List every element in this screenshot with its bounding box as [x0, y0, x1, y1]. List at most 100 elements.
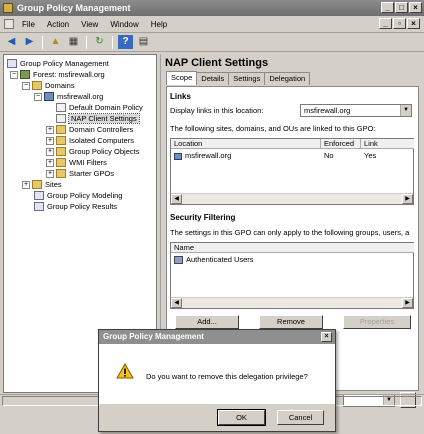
tree-node-sites[interactable]: + Sites [22, 179, 62, 190]
menu-window[interactable]: Window [104, 20, 144, 29]
tree-node-group-policy-objects[interactable]: + Group Policy Objects [46, 146, 139, 157]
security-principal-label: Authenticated Users [186, 255, 254, 264]
display-links-label: Display links in this location: [170, 106, 264, 115]
tree-label: Isolated Computers [69, 136, 135, 145]
collapse-icon[interactable]: − [10, 70, 18, 79]
linked-to-text: The following sites, domains, and OUs ar… [170, 124, 376, 133]
collapse-icon[interactable]: − [34, 92, 42, 101]
scroll-right-icon[interactable]: ▶ [402, 298, 413, 308]
minimize-button[interactable]: _ [381, 2, 394, 13]
add-button[interactable]: Add... [175, 315, 239, 329]
cancel-button[interactable]: Cancel [277, 410, 324, 425]
tree-node-gp-results[interactable]: Group Policy Results [34, 201, 117, 212]
tree-label: Forest: msfirewall.org [33, 70, 105, 79]
tree-label: WMI Filters [69, 158, 107, 167]
gpmc-app-icon [3, 3, 13, 13]
expand-icon[interactable]: + [46, 125, 54, 134]
tab-scope[interactable]: Scope [166, 71, 198, 85]
toolbar-separator [86, 35, 87, 49]
domain-icon [174, 152, 182, 160]
security-filtering-list[interactable]: Name Authenticated Users ◀ ▶ [170, 242, 414, 309]
tree-node-gp-modeling[interactable]: Group Policy Modeling [34, 190, 122, 201]
menu-file[interactable]: File [16, 20, 41, 29]
properties-button[interactable]: Properties [343, 315, 411, 329]
show-action-pane-icon[interactable]: ▤ [136, 35, 151, 49]
refresh-icon[interactable]: ↻ [92, 35, 107, 49]
tab-details[interactable]: Details [196, 72, 230, 85]
menu-action[interactable]: Action [41, 20, 75, 29]
security-filtering-text: The settings in this GPO can only apply … [170, 228, 410, 237]
tree-node-domain-controllers[interactable]: + Domain Controllers [46, 124, 133, 135]
tree-node-forest[interactable]: − Forest: msfirewall.org [10, 69, 105, 80]
column-header-enforced[interactable]: Enforced [321, 139, 361, 149]
back-arrow-icon[interactable]: ◀ [4, 35, 19, 49]
tree-node-gpmc-root[interactable]: Group Policy Management [7, 58, 109, 69]
link-enforced-cell: No [324, 151, 334, 160]
tab-delegation[interactable]: Delegation [264, 72, 311, 85]
expand-icon[interactable]: + [22, 180, 30, 189]
column-header-name[interactable]: Name [171, 243, 414, 253]
horizontal-scrollbar[interactable]: ◀ ▶ [171, 297, 413, 308]
show-tree-icon[interactable]: ▦ [66, 35, 81, 49]
list-item[interactable]: Authenticated Users [174, 255, 254, 265]
link-enabled-cell: Yes [364, 151, 377, 160]
links-list[interactable]: Location Enforced Link msfirewall.org No… [170, 138, 414, 205]
tree-node-domain[interactable]: − msfirewall.org [34, 91, 103, 102]
gpo-title: NAP Client Settings [165, 57, 269, 69]
users-group-icon [174, 256, 183, 264]
child-restore-button[interactable]: ▫ [393, 18, 406, 29]
menu-help[interactable]: Help [145, 20, 173, 29]
tree-label: Domains [45, 81, 75, 90]
column-header-link[interactable]: Link [361, 139, 414, 149]
links-location-dropdown[interactable]: msfirewall.org ▼ [300, 104, 412, 117]
window-title: Group Policy Management [17, 3, 131, 13]
remove-button[interactable]: Remove [259, 315, 323, 329]
up-folder-icon[interactable]: ▲ [48, 35, 63, 49]
tree-node-starter-gpos[interactable]: + Starter GPOs [46, 168, 114, 179]
scroll-left-icon[interactable]: ◀ [171, 298, 182, 308]
dialog-title: Group Policy Management [99, 330, 335, 344]
child-minimize-button[interactable]: _ [379, 18, 392, 29]
expand-icon[interactable]: + [46, 147, 54, 156]
menu-view[interactable]: View [75, 20, 104, 29]
tree-node-isolated-computers[interactable]: + Isolated Computers [46, 135, 134, 146]
collapse-icon[interactable]: − [22, 81, 30, 90]
ok-button[interactable]: OK [217, 409, 266, 426]
chevron-down-icon[interactable]: ▼ [400, 105, 411, 116]
expand-icon[interactable]: + [46, 158, 54, 167]
tree-node-domains[interactable]: − Domains [22, 80, 75, 91]
forward-arrow-icon[interactable]: ▶ [22, 35, 37, 49]
child-close-button[interactable]: × [407, 18, 420, 29]
console-document-icon[interactable] [4, 19, 14, 29]
tree-node-nap-client-settings[interactable]: NAP Client Settings [56, 113, 140, 124]
horizontal-scrollbar[interactable]: ◀ ▶ [171, 193, 413, 204]
tab-strip: Scope Details Settings Delegation [166, 71, 311, 86]
ou-folder-icon [56, 136, 66, 145]
results-icon [34, 202, 44, 211]
expand-icon[interactable]: + [46, 136, 54, 145]
scroll-left-icon[interactable]: ◀ [171, 194, 182, 204]
tree-label: Group Policy Modeling [47, 191, 123, 200]
links-heading: Links [170, 92, 191, 101]
toolbar: ◀ ▶ ▲ ▦ ↻ ? ▤ [0, 33, 424, 52]
close-button[interactable]: × [409, 2, 422, 13]
scroll-right-icon[interactable]: ▶ [402, 194, 413, 204]
title-bar: Group Policy Management _ □ × [0, 0, 424, 16]
help-icon[interactable]: ? [118, 35, 133, 49]
tree-node-wmi-filters[interactable]: + WMI Filters [46, 157, 107, 168]
folder-icon [56, 147, 66, 156]
dialog-close-icon[interactable]: × [321, 332, 332, 342]
links-location-value: msfirewall.org [304, 106, 351, 115]
table-row[interactable]: msfirewall.org [174, 151, 320, 161]
tree-node-default-domain-policy[interactable]: Default Domain Policy [56, 102, 143, 113]
folder-icon [56, 169, 66, 178]
column-header-location[interactable]: Location [171, 139, 321, 149]
gpmc-icon [7, 59, 17, 68]
tree-label: Group Policy Results [47, 202, 118, 211]
maximize-button[interactable]: □ [395, 2, 408, 13]
tab-settings[interactable]: Settings [228, 72, 266, 85]
link-location-cell: msfirewall.org [185, 151, 232, 160]
expand-icon[interactable]: + [46, 169, 54, 178]
tree-label: Group Policy Objects [69, 147, 140, 156]
warning-icon [116, 363, 134, 379]
